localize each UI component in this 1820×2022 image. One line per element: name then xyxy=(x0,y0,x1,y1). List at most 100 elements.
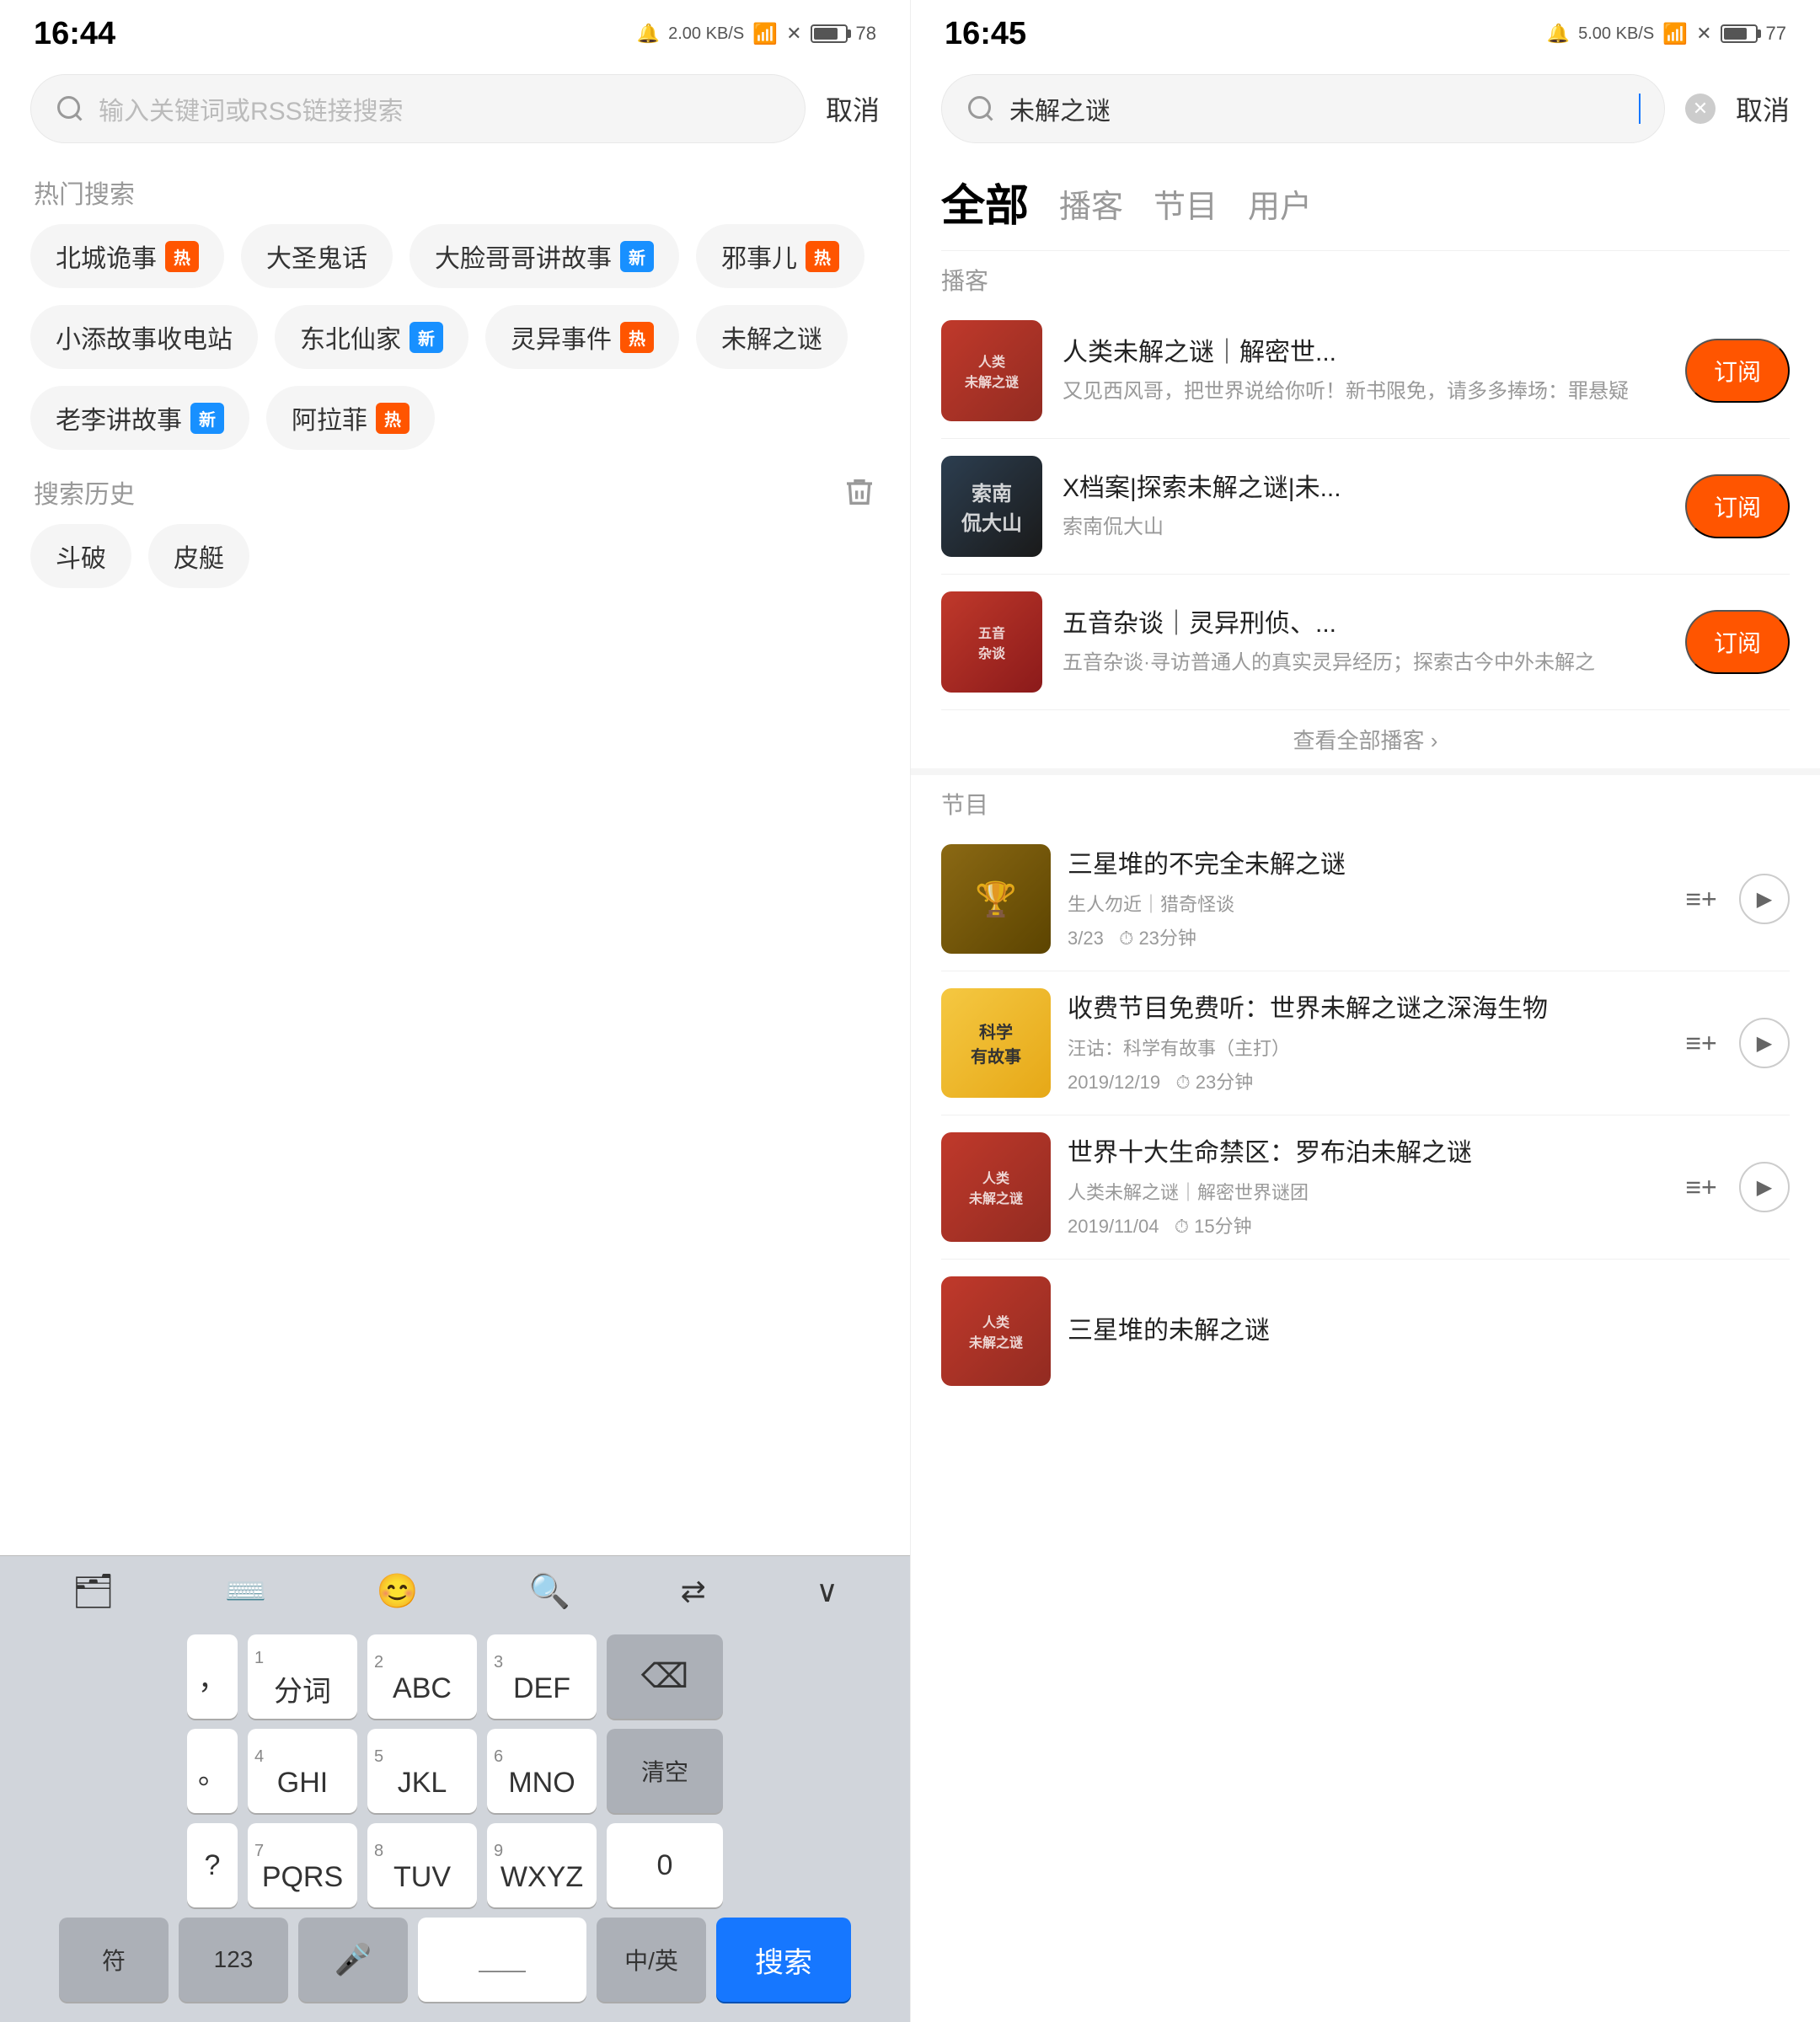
kb-toolbar-cursor[interactable]: ⇄ xyxy=(681,1574,706,1609)
episode-actions-2: ≡+ ▶ xyxy=(1680,1162,1790,1212)
add-to-list-icon-0[interactable]: ≡+ xyxy=(1680,878,1722,920)
subscribe-button-0[interactable]: 订阅 xyxy=(1685,339,1790,403)
status-time-left: 16:44 xyxy=(34,16,115,52)
episode-actions-0: ≡+ ▶ xyxy=(1680,874,1790,924)
search-value-right: 未解之谜 xyxy=(1009,90,1625,127)
kb-key-lang[interactable]: 中/英 xyxy=(597,1918,706,2002)
badge-hot-9: 热 xyxy=(376,403,410,434)
kb-key-clear[interactable]: 清空 xyxy=(607,1729,723,1813)
hot-tag-2[interactable]: 大脸哥哥讲故事 新 xyxy=(410,224,679,288)
podcaster-title-2: 五音杂谈｜灵异刑侦、... xyxy=(1063,607,1665,642)
episode-item-1: 科学有故事 收费节目免费听：世界未解之谜之深海生物 汪诂：科学有故事（主打） 2… xyxy=(911,971,1820,1115)
kb-toolbar-emoji[interactable]: 😊 xyxy=(377,1571,419,1611)
hot-tag-7[interactable]: 未解之谜 xyxy=(696,305,848,369)
battery-level-left: 78 xyxy=(856,23,876,45)
kb-key-tuv[interactable]: 8 TUV xyxy=(367,1823,477,1907)
play-button-1[interactable]: ▶ xyxy=(1739,1018,1790,1068)
kb-key-pqrs[interactable]: 7 PQRS xyxy=(248,1823,357,1907)
badge-new-8: 新 xyxy=(190,403,224,434)
badge-hot-3: 热 xyxy=(806,241,839,272)
kb-key-wxyz[interactable]: 9 WXYZ xyxy=(487,1823,597,1907)
hot-tag-1[interactable]: 大圣鬼话 xyxy=(241,224,393,288)
kb-key-mic[interactable]: 🎤 xyxy=(298,1918,408,2002)
kb-key-jkl[interactable]: 5 JKL xyxy=(367,1729,477,1813)
subscribe-button-1[interactable]: 订阅 xyxy=(1685,474,1790,538)
tab-episode[interactable]: 节目 xyxy=(1154,180,1218,233)
episode-title-0: 三星堆的不完全未解之谜 xyxy=(1068,848,1663,883)
episodes-section-title: 节目 xyxy=(911,775,1820,827)
hot-tag-6[interactable]: 灵异事件 热 xyxy=(485,305,679,369)
battery-level-right: 77 xyxy=(1766,23,1786,45)
hot-tag-4[interactable]: 小添故事收电站 xyxy=(30,305,258,369)
kb-key-delete[interactable]: ⌫ xyxy=(607,1634,723,1719)
hot-tag-3[interactable]: 邪事儿 热 xyxy=(696,224,864,288)
hot-tag-5[interactable]: 东北仙家 新 xyxy=(275,305,468,369)
episode-thumb-0: 🏆 xyxy=(941,844,1051,954)
kb-key-abc[interactable]: 2 ABC xyxy=(367,1634,477,1719)
tab-podcast[interactable]: 播客 xyxy=(1059,180,1123,233)
kb-row-2: 。 4 GHI 5 JKL 6 MNO 清空 xyxy=(7,1729,903,1813)
kb-toolbar-briefcase[interactable]: 🗂 xyxy=(72,1571,115,1611)
kb-key-fu[interactable]: 符 xyxy=(59,1918,169,2002)
play-button-0[interactable]: ▶ xyxy=(1739,874,1790,924)
kb-toolbar-search[interactable]: 🔍 xyxy=(528,1571,570,1611)
battery-tip-right xyxy=(1758,29,1761,38)
podcaster-info-1: X档案|探索未解之谜|未... 索南侃大山 xyxy=(1063,471,1665,542)
kb-key-123[interactable]: 123 xyxy=(179,1918,288,2002)
search-input-wrap-right[interactable]: 未解之谜 xyxy=(941,74,1665,143)
trash-icon[interactable] xyxy=(843,475,876,509)
battery-right xyxy=(1721,24,1758,43)
speed-indicator-right: 5.00 KB/S xyxy=(1578,24,1654,44)
tab-all[interactable]: 全部 xyxy=(941,170,1029,243)
hot-tag-0[interactable]: 北城诡事 热 xyxy=(30,224,224,288)
section-separator xyxy=(911,768,1820,775)
podcaster-thumb-1: 索南侃大山 xyxy=(941,456,1042,557)
search-bar-left: 输入关键词或RSS链接搜索 取消 xyxy=(0,61,910,157)
history-row: 搜索历史 xyxy=(0,450,910,524)
kb-key-def[interactable]: 3 DEF xyxy=(487,1634,597,1719)
add-to-list-icon-1[interactable]: ≡+ xyxy=(1680,1022,1722,1064)
podcaster-item-2: 五音杂谈 五音杂谈｜灵异刑侦、... 五音杂谈·寻访普通人的真实灵异经历；探索古… xyxy=(911,575,1820,709)
tab-user[interactable]: 用户 xyxy=(1248,180,1312,233)
wifi-icon-left: 📶 xyxy=(752,22,778,46)
kb-key-fenci[interactable]: 1 分词 xyxy=(248,1634,357,1719)
battery-fill-right xyxy=(1724,28,1748,40)
kb-row-3: ? 7 PQRS 8 TUV 9 WXYZ 0 xyxy=(7,1823,903,1907)
kb-toolbar-collapse[interactable]: ∨ xyxy=(816,1574,838,1609)
kb-key-comma[interactable]: ， xyxy=(187,1634,238,1719)
kb-key-question[interactable]: ? xyxy=(187,1823,238,1907)
results-scroll[interactable]: 播客 人类未解之谜 人类未解之谜｜解密世... 又见西风哥，把世界说给你听！新书… xyxy=(911,251,1820,2022)
notification-icon: 🔔 xyxy=(637,23,660,45)
status-bar-left: 16:44 🔔 2.00 KB/S 📶 ✕ 78 xyxy=(0,0,910,61)
clear-search-button[interactable]: ✕ xyxy=(1685,94,1716,124)
right-panel: 16:45 🔔 5.00 KB/S 📶 ✕ 77 未解之谜 ✕ 取消 全部 播客 xyxy=(910,0,1820,2022)
play-button-2[interactable]: ▶ xyxy=(1739,1162,1790,1212)
see-all-label: 查看全部播客 › xyxy=(1293,724,1438,755)
cancel-button-right[interactable]: 取消 xyxy=(1736,89,1790,128)
status-time-right: 16:45 xyxy=(945,16,1026,52)
kb-key-zero[interactable]: 0 xyxy=(607,1823,723,1907)
hot-tag-9[interactable]: 阿拉菲 热 xyxy=(266,386,435,450)
see-all-row[interactable]: 查看全部播客 › xyxy=(911,710,1820,768)
kb-key-mno[interactable]: 6 MNO xyxy=(487,1729,597,1813)
badge-new-2: 新 xyxy=(620,241,654,272)
history-tag-0[interactable]: 斗破 xyxy=(30,524,131,588)
signal-icon-right: ✕ xyxy=(1696,23,1711,45)
history-tag-1[interactable]: 皮艇 xyxy=(148,524,249,588)
podcaster-thumb-2: 五音杂谈 xyxy=(941,591,1042,693)
subscribe-button-2[interactable]: 订阅 xyxy=(1685,610,1790,674)
kb-key-space[interactable]: ＿＿ xyxy=(418,1918,586,2002)
kb-key-ghi[interactable]: 4 GHI xyxy=(248,1729,357,1813)
hot-tags-container: 北城诡事 热 大圣鬼话 大脸哥哥讲故事 新 邪事儿 热 小添故事收电站 东北仙家… xyxy=(0,224,910,450)
episode-info-3: 三星堆的未解之谜 xyxy=(1068,1313,1790,1349)
kb-key-search[interactable]: 搜索 xyxy=(716,1918,851,2002)
podcaster-title-1: X档案|探索未解之谜|未... xyxy=(1063,471,1665,506)
episode-thumb-2: 人类未解之谜 xyxy=(941,1132,1051,1242)
hot-tag-8[interactable]: 老李讲故事 新 xyxy=(30,386,249,450)
add-to-list-icon-2[interactable]: ≡+ xyxy=(1680,1166,1722,1208)
kb-key-period[interactable]: 。 xyxy=(187,1729,238,1813)
search-input-wrap-left[interactable]: 输入关键词或RSS链接搜索 xyxy=(30,74,806,143)
kb-toolbar-keyboard[interactable]: ⌨️ xyxy=(225,1571,267,1611)
cancel-button-left[interactable]: 取消 xyxy=(826,89,880,128)
episode-info-2: 世界十大生命禁区：罗布泊未解之谜 人类未解之谜｜解密世界谜团 2019/11/0… xyxy=(1068,1136,1663,1238)
